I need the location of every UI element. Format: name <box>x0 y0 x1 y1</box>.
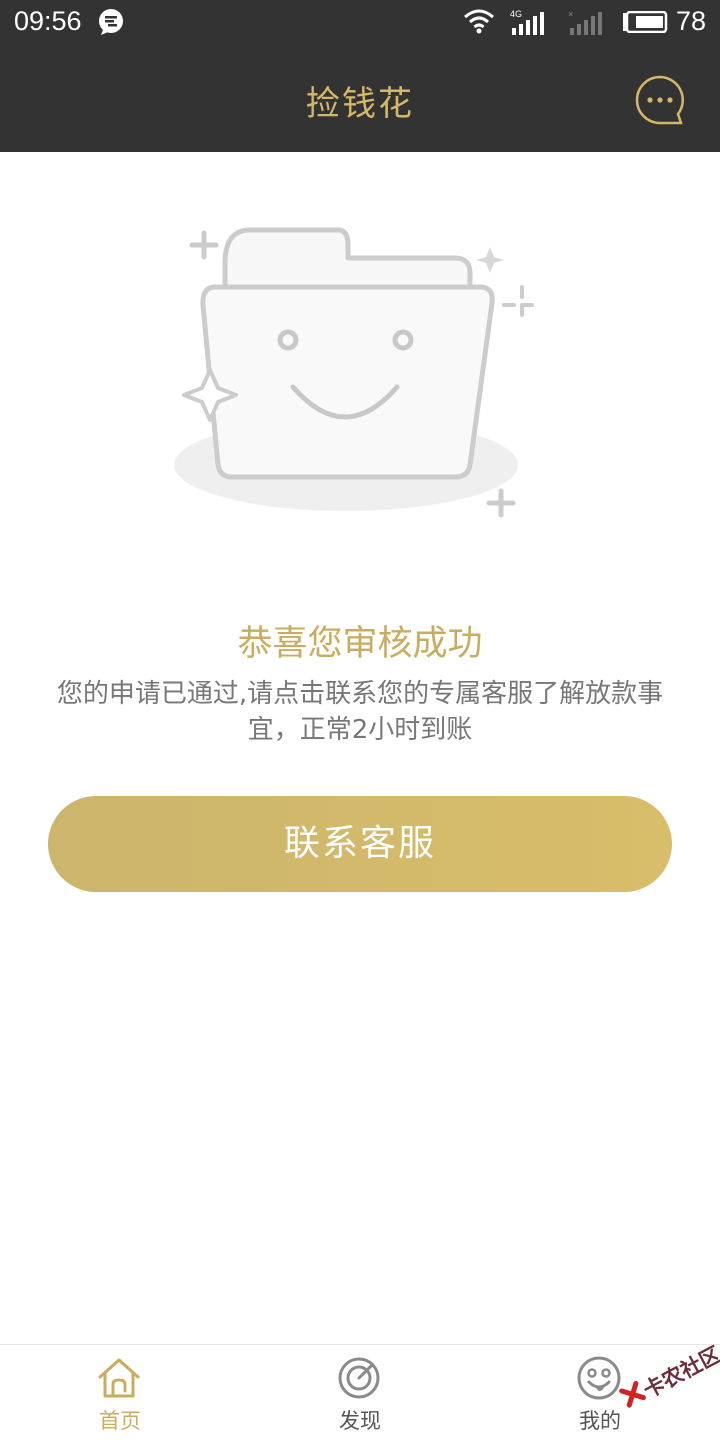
status-time: 09:56 <box>14 6 82 36</box>
tab-home[interactable]: 首页 <box>0 1345 240 1440</box>
no-signal-icon: × <box>568 9 602 35</box>
page-title: 捡钱花 <box>306 84 414 124</box>
success-description: 您的申请已通过,请点击联系您的专属客服了解放款事宜，正常2小时到账 <box>56 679 664 745</box>
smiling-folder-illustration <box>174 227 542 518</box>
tab-mine-label: 我的 <box>579 1409 621 1433</box>
battery-level: 78 <box>676 6 707 36</box>
tab-discover-label: 发现 <box>339 1409 381 1433</box>
network-type-label: 4G <box>510 9 522 19</box>
cellular-signal-icon: 4G <box>510 9 544 35</box>
title-bar: 捡钱花 <box>0 46 720 152</box>
battery-icon <box>623 11 668 33</box>
status-bar: 09:56 4G × 78 <box>0 0 720 46</box>
discover-icon <box>338 1357 380 1399</box>
message-notification-icon <box>99 9 123 35</box>
wifi-icon <box>464 9 494 34</box>
contact-customer-service-button[interactable]: 联系客服 <box>48 796 672 892</box>
success-title: 恭喜您审核成功 <box>237 624 483 664</box>
customer-service-chat-icon[interactable] <box>634 74 686 126</box>
home-icon <box>98 1358 140 1398</box>
tab-discover[interactable]: 发现 <box>240 1345 480 1440</box>
bottom-tab-bar: 首页 发现 我的 <box>0 1344 720 1440</box>
svg-text:×: × <box>568 9 573 19</box>
tab-home-label: 首页 <box>99 1409 141 1433</box>
